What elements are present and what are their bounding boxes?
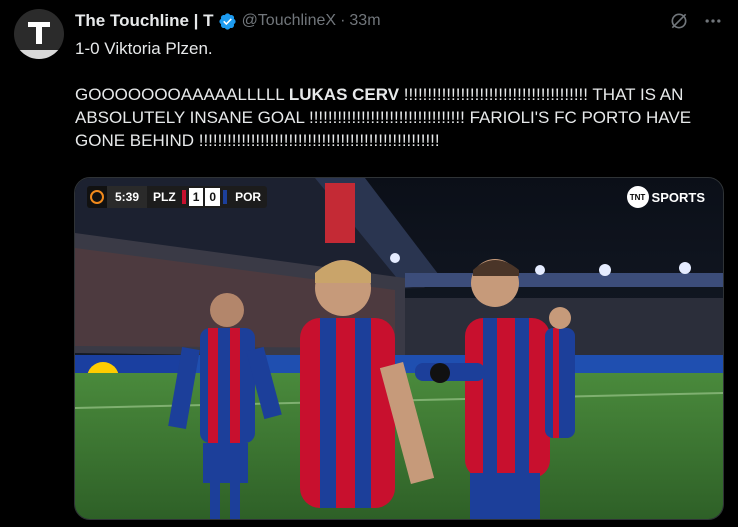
- verified-badge-icon[interactable]: [218, 12, 237, 31]
- uefa-europa-league-icon: [87, 186, 107, 208]
- tweet-text: 1-0 Viktoria Plzen. GOOOOOOOAAAAALLLLL L…: [75, 37, 715, 152]
- tweet-header: The Touchline | T @TouchlineX · 33m: [75, 10, 381, 32]
- grok-icon[interactable]: [668, 10, 690, 32]
- away-team: POR: [235, 190, 262, 204]
- author-handle[interactable]: @TouchlineX: [242, 12, 337, 30]
- broadcaster-logo: TNT SPORTS: [626, 186, 705, 208]
- away-score: 0: [205, 188, 221, 206]
- tweet-media-image[interactable]: 5:39 PLZ 1 0 POR TNT SPORTS: [74, 177, 724, 520]
- broadcaster-name: SPORTS: [651, 189, 705, 205]
- more-icon[interactable]: [702, 10, 724, 32]
- goal-celebration-photo: [75, 178, 723, 519]
- tweet-line-score: 1-0 Viktoria Plzen.: [75, 39, 213, 58]
- tnt-badge-icon: TNT: [626, 186, 649, 208]
- tweet-actions: [668, 10, 724, 32]
- home-score: 1: [188, 188, 204, 206]
- match-clock: 5:39: [107, 186, 148, 208]
- home-team: PLZ: [153, 190, 176, 204]
- tweet-line-main: GOOOOOOOAAAAALLLLL LUKAS CERV !!!!!!!!!!…: [75, 85, 692, 150]
- author-name[interactable]: The Touchline | T: [75, 11, 214, 31]
- avatar[interactable]: [14, 9, 64, 59]
- timestamp[interactable]: 33m: [349, 12, 380, 30]
- separator-dot: ·: [340, 12, 346, 29]
- player-name: LUKAS CERV: [288, 85, 400, 104]
- scorebug: 5:39 PLZ 1 0 POR: [87, 186, 268, 208]
